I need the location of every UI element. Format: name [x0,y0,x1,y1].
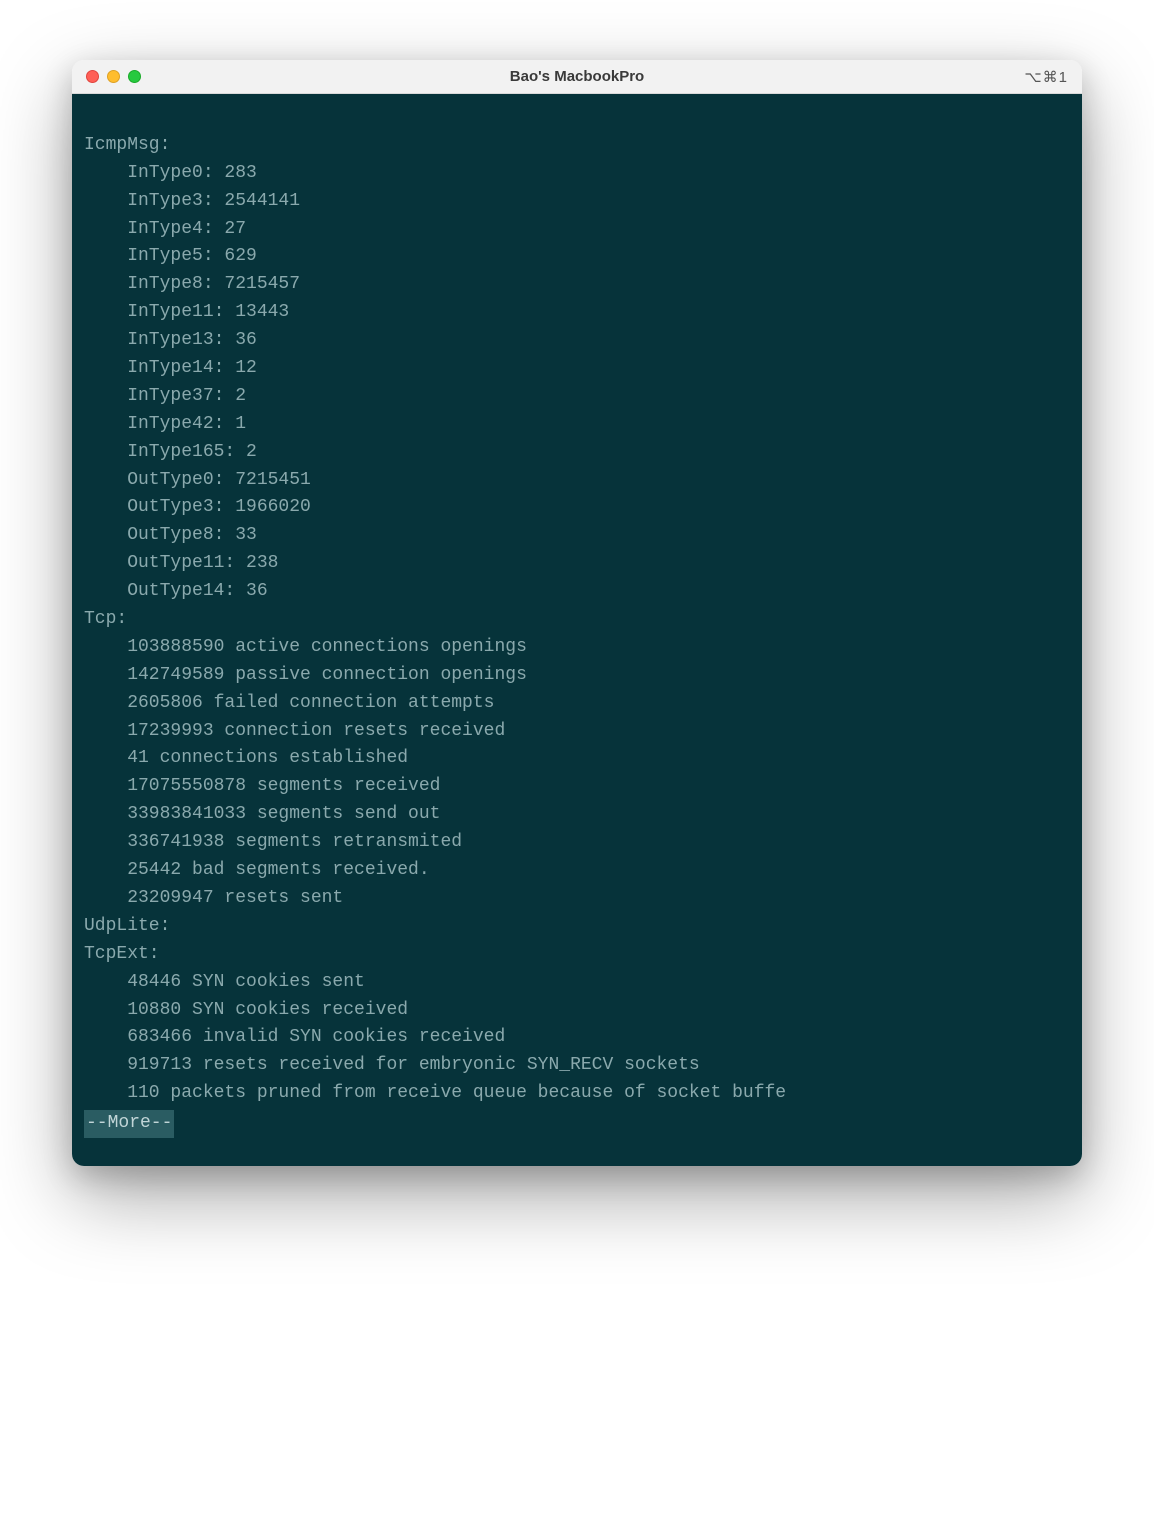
section-header-tcp: Tcp: [84,609,127,629]
output-line: 110 packets pruned from receive queue be… [84,1080,1070,1108]
output-line: 48446 SYN cookies sent [84,969,1070,997]
window-shortcut: ⌥⌘1 [1024,68,1068,86]
output-line: InType8: 7215457 [84,271,1070,299]
output-line: OutType11: 238 [84,550,1070,578]
pager-more[interactable]: --More-- [84,1110,174,1138]
output-line: InType14: 12 [84,355,1070,383]
output-line: 25442 bad segments received. [84,857,1070,885]
output-line: 33983841033 segments send out [84,801,1070,829]
close-icon[interactable] [86,70,99,83]
output-line: OutType0: 7215451 [84,467,1070,495]
section-header-icmpmsg: IcmpMsg: [84,135,170,155]
section-header-udplite: UdpLite: [84,916,170,936]
titlebar: Bao's MacbookPro ⌥⌘1 [72,60,1082,94]
output-line: 41 connections established [84,745,1070,773]
output-line: InType0: 283 [84,160,1070,188]
output-line: 17075550878 segments received [84,773,1070,801]
output-line: InType13: 36 [84,327,1070,355]
output-line: InType11: 13443 [84,299,1070,327]
output-line: 103888590 active connections openings [84,634,1070,662]
output-line: 683466 invalid SYN cookies received [84,1024,1070,1052]
terminal-output[interactable]: IcmpMsg: InType0: 283InType3: 2544141InT… [72,94,1082,1166]
output-line: InType5: 629 [84,243,1070,271]
output-line: InType3: 2544141 [84,188,1070,216]
fullscreen-icon[interactable] [128,70,141,83]
window-title: Bao's MacbookPro [72,68,1082,85]
output-line: 10880 SYN cookies received [84,997,1070,1025]
output-line: InType4: 27 [84,216,1070,244]
output-line: InType165: 2 [84,439,1070,467]
output-line: 17239993 connection resets received [84,718,1070,746]
output-line: 23209947 resets sent [84,885,1070,913]
traffic-lights [86,70,141,83]
output-line: OutType8: 33 [84,522,1070,550]
output-line: InType42: 1 [84,411,1070,439]
output-line: InType37: 2 [84,383,1070,411]
output-line: 336741938 segments retransmited [84,829,1070,857]
minimize-icon[interactable] [107,70,120,83]
output-line: 2605806 failed connection attempts [84,690,1070,718]
output-line: 919713 resets received for embryonic SYN… [84,1052,1070,1080]
output-line: 142749589 passive connection openings [84,662,1070,690]
output-line: OutType14: 36 [84,578,1070,606]
output-line: OutType3: 1966020 [84,494,1070,522]
section-header-tcpext: TcpExt: [84,944,160,964]
terminal-window: Bao's MacbookPro ⌥⌘1 IcmpMsg: InType0: 2… [72,60,1082,1166]
